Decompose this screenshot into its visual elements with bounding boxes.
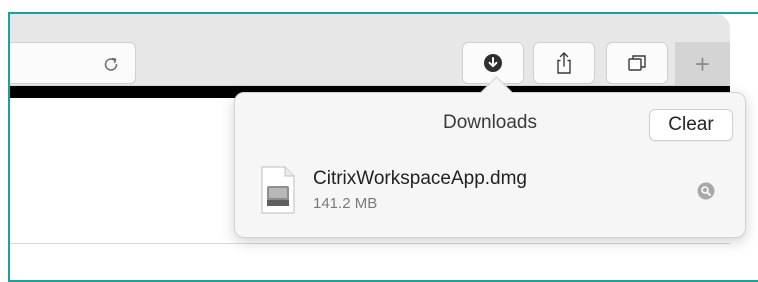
download-file-name: CitrixWorkspaceApp.dmg [313, 168, 528, 189]
dmg-file-icon [261, 166, 295, 214]
tab-overview-icon [628, 55, 646, 71]
tab-overview-button[interactable] [606, 42, 668, 84]
new-tab-button[interactable]: + [675, 42, 730, 86]
downloads-popover: Downloads Clear CitrixWorkspaceApp.dmg 1… [234, 92, 746, 238]
clear-button[interactable]: Clear [649, 109, 733, 141]
downloads-button[interactable] [462, 42, 524, 84]
address-bar[interactable] [10, 42, 136, 84]
content-divider [10, 243, 730, 244]
share-button[interactable] [533, 42, 595, 84]
share-icon [557, 52, 571, 74]
download-file-size: 141.2 MB [313, 195, 378, 212]
download-arrow-icon [484, 54, 502, 72]
magnifier-reveal-icon[interactable] [697, 182, 715, 200]
reload-icon[interactable] [101, 54, 121, 74]
download-item[interactable]: CitrixWorkspaceApp.dmg 141.2 MB [235, 159, 745, 229]
browser-toolbar: + [10, 14, 730, 86]
